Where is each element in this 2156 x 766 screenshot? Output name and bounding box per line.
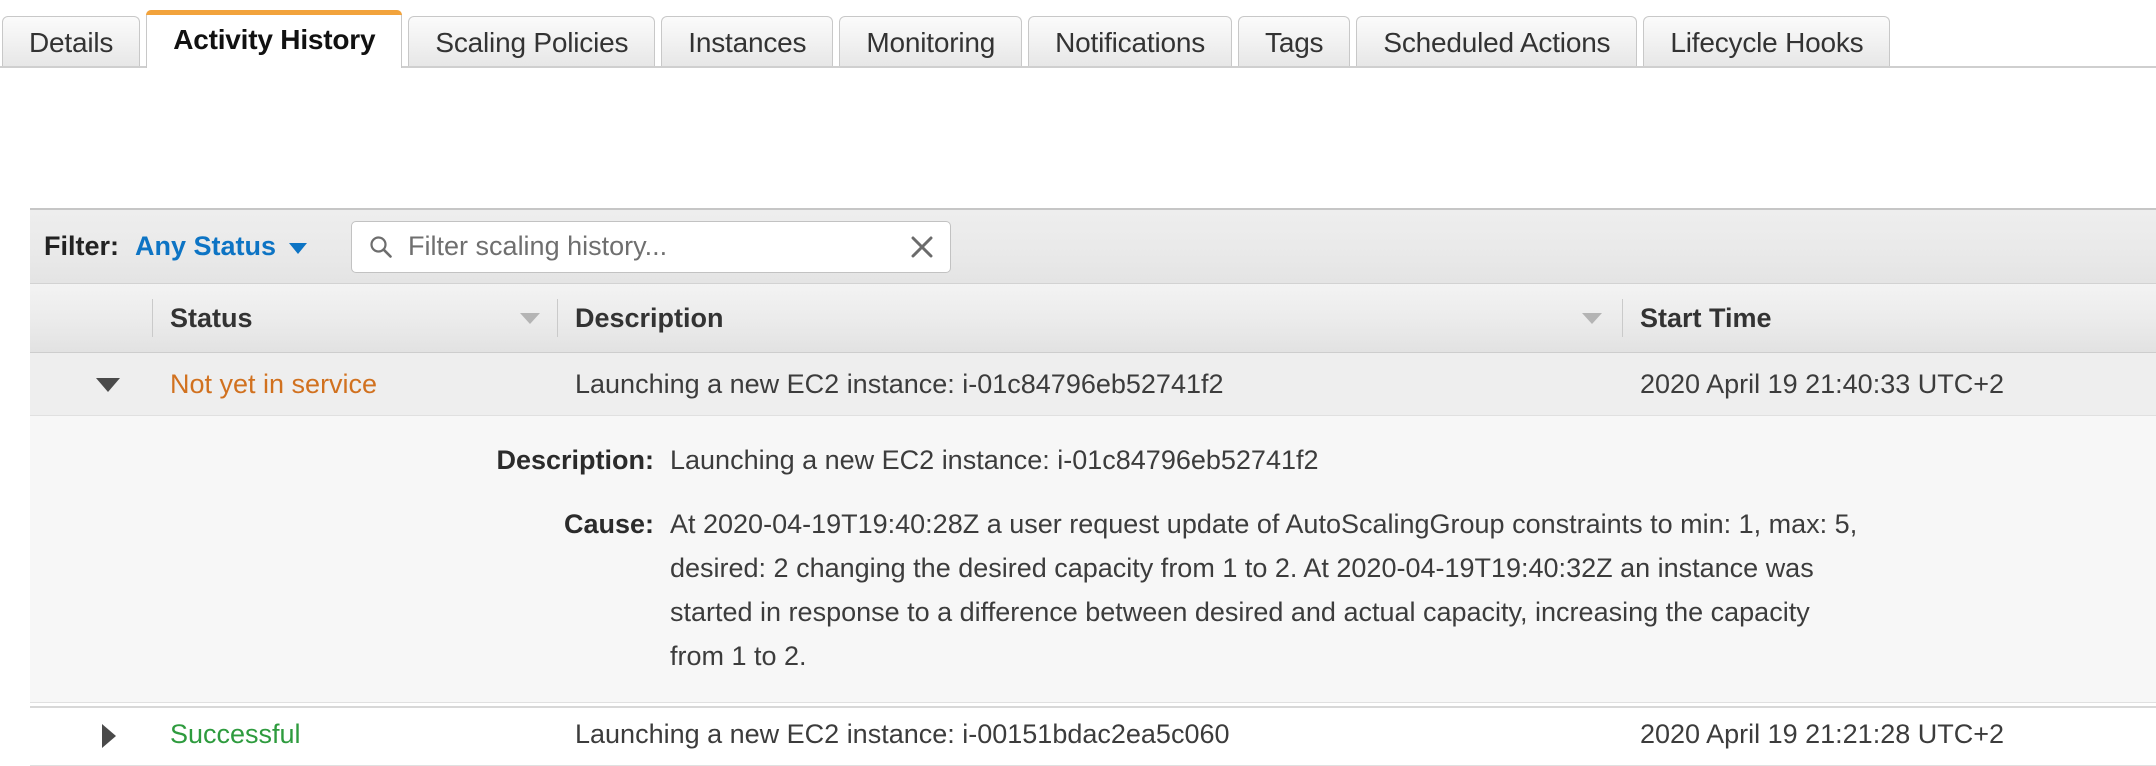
activity-history-table: Status Description Start Time Not yet in… (30, 284, 2156, 766)
tab-label: Scheduled Actions (1383, 26, 1611, 58)
table-row[interactable]: Not yet in service Launching a new EC2 i… (30, 353, 2156, 416)
filter-label: Filter: (44, 231, 120, 261)
tab-label: Monitoring (866, 26, 996, 58)
column-divider (1622, 299, 1623, 337)
column-header-start-time[interactable]: Start Time (1640, 284, 1772, 352)
tab-list: Details Activity History Scaling Policie… (2, 8, 1896, 71)
column-divider (152, 299, 153, 337)
row-status: Successful (170, 718, 301, 749)
column-header-label: Start Time (1640, 302, 1772, 333)
status-sort-icon[interactable] (520, 313, 540, 324)
detail-description-value: Launching a new EC2 instance: i-01c84796… (670, 445, 1319, 475)
chevron-down-icon (289, 243, 308, 254)
column-header-status[interactable]: Status (170, 284, 253, 352)
status-filter-dropdown[interactable]: Any Status (135, 231, 308, 262)
tab-label: Activity History (173, 23, 376, 55)
detail-description: Description: Launching a new EC2 instanc… (30, 438, 2156, 482)
tab-label: Scaling Policies (435, 26, 629, 58)
tab-label: Lifecycle Hooks (1670, 26, 1864, 58)
tab-label: Details (29, 26, 114, 58)
tab-activity-history[interactable]: Activity History (146, 10, 403, 71)
column-header-label: Status (170, 302, 253, 333)
panel-bottom-divider (30, 706, 2156, 708)
row-status: Not yet in service (170, 368, 378, 399)
row-expand-toggle-icon[interactable] (102, 724, 116, 748)
tab-bar: Details Activity History Scaling Policie… (0, 0, 2156, 71)
row-detail-panel: Description: Launching a new EC2 instanc… (30, 416, 2156, 703)
column-header-description[interactable]: Description (575, 284, 724, 352)
column-divider (557, 299, 558, 337)
tab-lifecycle-hooks[interactable]: Lifecycle Hooks (1643, 16, 1891, 68)
table-row[interactable]: Successful Launching a new EC2 instance:… (30, 703, 2156, 766)
tab-monitoring[interactable]: Monitoring (839, 16, 1023, 68)
search-input[interactable] (406, 225, 871, 268)
tab-label: Tags (1265, 26, 1324, 58)
row-start-time: 2020 April 19 21:40:33 UTC+2 (1640, 368, 2004, 399)
detail-description-label: Description: (496, 445, 654, 475)
activity-history-panel: Filter: Any Status Filter scaling histor… (30, 208, 2156, 766)
tab-scheduled-actions[interactable]: Scheduled Actions (1356, 16, 1638, 68)
tab-scaling-policies[interactable]: Scaling Policies (408, 16, 656, 68)
detail-cause-value: At 2020-04-19T19:40:28Z a user request u… (670, 509, 1858, 671)
description-sort-icon[interactable] (1582, 313, 1602, 324)
tab-notifications[interactable]: Notifications (1028, 16, 1233, 68)
row-expand-toggle-icon[interactable] (96, 378, 120, 392)
search-icon (369, 235, 392, 258)
close-icon[interactable] (908, 233, 936, 261)
column-header-label: Description (575, 302, 724, 333)
tab-tags[interactable]: Tags (1238, 16, 1351, 68)
tab-instances[interactable]: Instances (661, 16, 834, 68)
status-filter-value: Any Status (135, 231, 277, 261)
filter-bar: Filter: Any Status (30, 208, 2156, 284)
row-description: Launching a new EC2 instance: i-01c84796… (575, 368, 1224, 399)
tab-label: Notifications (1055, 26, 1206, 58)
search-box[interactable] (351, 220, 952, 273)
detail-cause-label: Cause: (563, 509, 654, 539)
detail-cause: Cause: At 2020-04-19T19:40:28Z a user re… (30, 502, 2156, 678)
row-description: Launching a new EC2 instance: i-00151bda… (575, 718, 1230, 749)
tab-details[interactable]: Details (2, 16, 141, 68)
table-header-row: Status Description Start Time (30, 284, 2156, 353)
row-start-time: 2020 April 19 21:21:28 UTC+2 (1640, 718, 2004, 749)
tab-label: Instances (688, 26, 807, 58)
